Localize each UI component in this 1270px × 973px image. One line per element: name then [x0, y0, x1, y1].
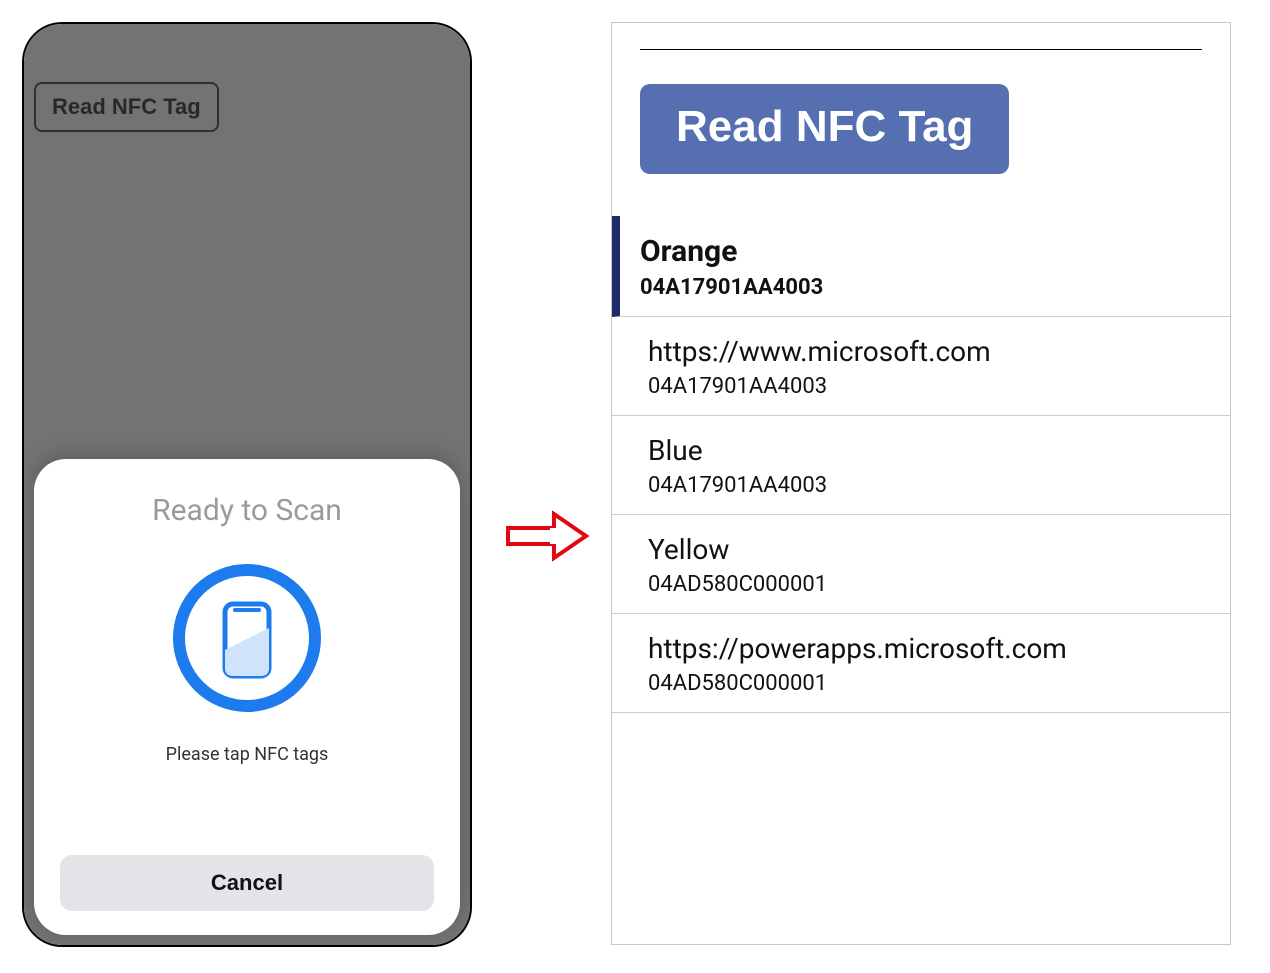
item-title: https://powerapps.microsoft.com [648, 632, 1210, 665]
item-title: Blue [648, 434, 1210, 467]
button-label: Read NFC Tag [676, 102, 973, 151]
list-item[interactable]: Blue 04A17901AA4003 [612, 416, 1230, 515]
item-subtitle: 04A17901AA4003 [648, 374, 1210, 399]
nfc-scan-sheet: Ready to Scan Please tap NFC tags Cancel [34, 459, 460, 935]
list-item[interactable]: Orange 04A17901AA4003 [612, 216, 1230, 317]
cancel-button[interactable]: Cancel [60, 855, 434, 911]
panel-divider [640, 49, 1202, 50]
item-subtitle: 04AD580C000001 [648, 572, 1210, 597]
result-list: Orange 04A17901AA4003 https://www.micros… [612, 216, 1230, 713]
list-item[interactable]: Yellow 04AD580C000001 [612, 515, 1230, 614]
nfc-scan-icon [167, 558, 327, 718]
item-subtitle: 04AD580C000001 [648, 671, 1210, 696]
sheet-title: Ready to Scan [152, 493, 342, 528]
item-title: Yellow [648, 533, 1210, 566]
result-panel: Read NFC Tag Orange 04A17901AA4003 https… [611, 22, 1231, 945]
read-nfc-tag-button[interactable]: Read NFC Tag [640, 84, 1009, 174]
item-title: https://www.microsoft.com [648, 335, 1210, 368]
arrow-icon [506, 510, 590, 566]
list-item[interactable]: https://www.microsoft.com 04A17901AA4003 [612, 317, 1230, 416]
item-subtitle: 04A17901AA4003 [640, 275, 1210, 300]
list-item[interactable]: https://powerapps.microsoft.com 04AD580C… [612, 614, 1230, 713]
phone-frame: Read NFC Tag Ready to Scan Please tap NF… [22, 22, 472, 947]
sheet-message: Please tap NFC tags [166, 744, 329, 765]
cancel-label: Cancel [211, 870, 283, 895]
phone-screen: Read NFC Tag Ready to Scan Please tap NF… [24, 24, 470, 945]
item-subtitle: 04A17901AA4003 [648, 473, 1210, 498]
item-title: Orange [640, 234, 1210, 269]
